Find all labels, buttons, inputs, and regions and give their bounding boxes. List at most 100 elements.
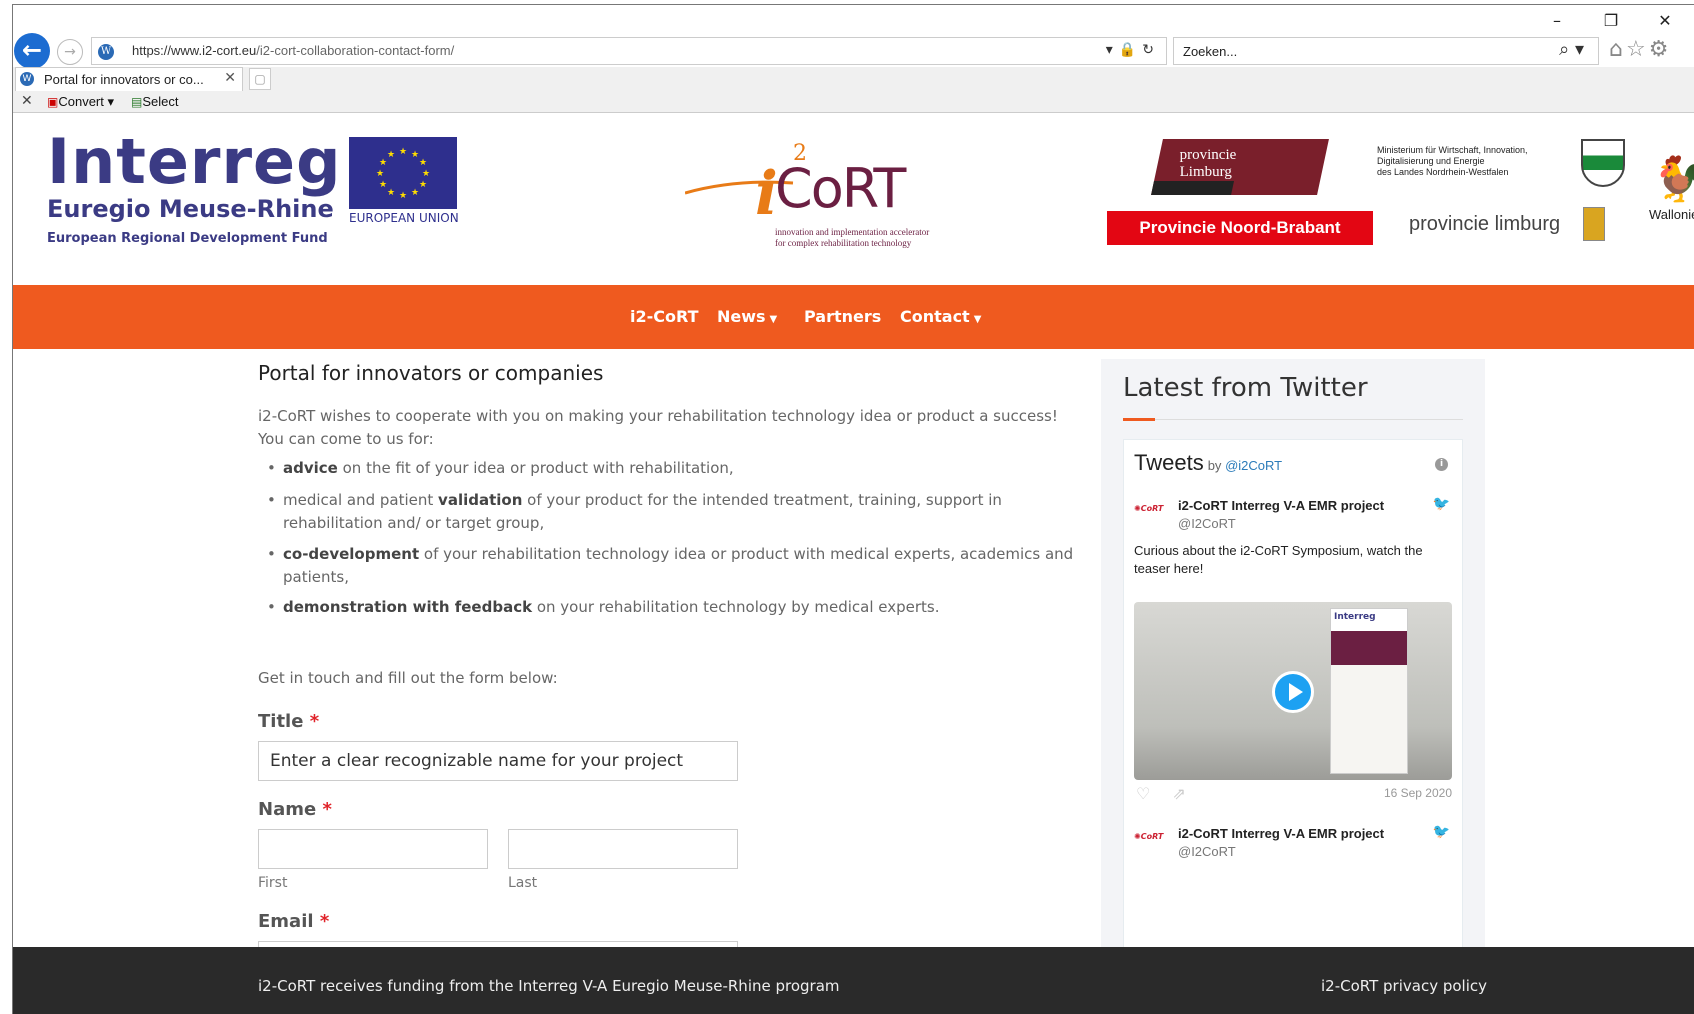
privacy-policy-link[interactable]: i2-CoRT privacy policy: [1321, 977, 1487, 995]
nrw-line-3: des Landes Nordrhein-Westfalen: [1377, 167, 1509, 177]
convert-label: Convert: [58, 94, 104, 109]
svg-text:★: ★: [411, 188, 419, 198]
svg-text:★: ★: [399, 147, 407, 157]
email-label-text: Email: [258, 911, 314, 932]
provincie-limburg-nl-logo: provincie Limburg: [1151, 139, 1329, 195]
browser-tab[interactable]: W Portal for innovators or co... ✕: [15, 67, 243, 91]
tweet-actions: ♡⇗: [1136, 784, 1208, 803]
last-name-input[interactable]: [508, 829, 738, 869]
nav-partners[interactable]: Partners: [804, 307, 881, 326]
pdf-convert-icon: ▣: [47, 95, 59, 109]
command-bar: ✕ ▣Convert ▾ ▤Select: [13, 91, 1694, 113]
convert-dropdown-icon[interactable]: ▾: [108, 94, 115, 109]
tweet-author[interactable]: i2-CoRT Interreg V-A EMR project: [1178, 498, 1384, 513]
select-button[interactable]: ▤Select: [131, 94, 178, 109]
main-nav: i2-CoRT News ▼ Partners Contact ▼: [13, 285, 1694, 349]
erdf-text: European Regional Development Fund: [47, 231, 328, 246]
address-row: ← → W https://www.i2-cort.eu/i2-cort-col…: [13, 33, 1694, 69]
list-item-text: on your rehabilitation technology by med…: [532, 598, 940, 616]
get-in-touch-text: Get in touch and fill out the form below…: [258, 669, 558, 687]
cort-name: CoRT: [775, 157, 906, 220]
nrw-line-2: Digitalisierung und Energie: [1377, 156, 1485, 166]
nav-news-label: News: [717, 307, 766, 326]
nrw-shield-icon: [1581, 139, 1625, 187]
tweet-handle[interactable]: @I2CoRT: [1178, 844, 1236, 859]
lock-icon[interactable]: 🔒: [1119, 42, 1142, 58]
select-label: Select: [142, 94, 179, 109]
nav-partners-label: Partners: [804, 307, 882, 326]
gear-icon[interactable]: ⚙: [1649, 37, 1672, 62]
info-icon[interactable]: i: [1435, 458, 1448, 471]
list-item-bold: demonstration with feedback: [283, 598, 533, 616]
tab-title: Portal for innovators or co...: [44, 72, 204, 87]
twitter-bird-icon[interactable]: 🐦: [1433, 824, 1450, 840]
twitter-bird-icon[interactable]: 🐦: [1433, 496, 1450, 512]
euregio-text: Euregio Meuse-Rhine: [47, 195, 334, 223]
like-icon[interactable]: ♡: [1136, 784, 1172, 803]
title-input[interactable]: Enter a clear recognizable name for your…: [258, 741, 738, 781]
title-label-text: Title: [258, 711, 304, 732]
command-bar-close-icon[interactable]: ✕: [21, 93, 33, 109]
limburg-band: [1151, 181, 1235, 195]
sidebar-heading: Latest from Twitter: [1123, 373, 1368, 403]
address-tools: ▾🔒↻: [1106, 42, 1160, 58]
home-icon[interactable]: ⌂: [1609, 37, 1626, 62]
url-path: /i2-cort-collaboration-contact-form/: [256, 43, 455, 58]
svg-text:★: ★: [411, 150, 419, 160]
tab-close-icon[interactable]: ✕: [224, 70, 236, 86]
address-url: https://www.i2-cort.eu/i2-cort-collabora…: [132, 43, 454, 58]
i2cort-logo[interactable]: i 2 CoRT innovation and implementation a…: [685, 141, 975, 253]
limburg-logo-text: provincie Limburg: [1179, 147, 1237, 180]
limburg-crest-icon: [1583, 207, 1605, 241]
convert-button[interactable]: ▣Convert ▾: [47, 94, 114, 110]
tweet-handle[interactable]: @I2CoRT: [1178, 516, 1236, 531]
back-button[interactable]: ←: [14, 33, 50, 69]
required-mark: *: [322, 799, 332, 820]
last-sublabel: Last: [508, 875, 538, 891]
play-icon[interactable]: [1272, 671, 1314, 713]
required-mark: *: [309, 711, 320, 732]
interreg-logo-text[interactable]: Interreg: [47, 131, 341, 193]
dropdown-icon[interactable]: ▾: [1106, 42, 1119, 58]
funding-text: i2-CoRT receives funding from the Interr…: [258, 977, 840, 995]
minimize-icon[interactable]: –: [1535, 9, 1579, 33]
new-tab-button[interactable]: ▢: [249, 68, 271, 90]
title-bar: – ❐ ✕: [13, 5, 1694, 35]
avatar[interactable]: ✺CoRT: [1134, 504, 1168, 524]
name-label-text: Name: [258, 799, 317, 820]
tweet-text: Curious about the i2-CoRT Symposium, wat…: [1134, 543, 1423, 576]
name-label: Name *: [258, 799, 332, 820]
forward-button[interactable]: →: [57, 39, 83, 65]
list-item-bold: co-development: [283, 545, 420, 563]
restore-icon[interactable]: ❐: [1589, 9, 1633, 33]
tweet-date[interactable]: 16 Sep 2020: [1384, 786, 1452, 800]
refresh-icon[interactable]: ↻: [1142, 42, 1160, 58]
tweet-video[interactable]: Interreg: [1134, 602, 1452, 780]
svg-text:★: ★: [379, 158, 387, 168]
address-bar[interactable]: W https://www.i2-cort.eu/i2-cort-collabo…: [91, 37, 1167, 65]
noord-brabant-logo: Provincie Noord-Brabant: [1107, 211, 1373, 245]
share-icon[interactable]: ⇗: [1172, 784, 1207, 803]
nrw-ministry-text: Ministerium für Wirtschaft, Innovation, D…: [1377, 145, 1528, 178]
nav-i2cort[interactable]: i2-CoRT: [630, 307, 699, 326]
search-icon[interactable]: ⌕ ▾: [1559, 39, 1584, 60]
provincie-limburg-be-text: provincie limburg: [1409, 213, 1561, 235]
url-host: https://www.i2-cort.eu: [132, 43, 257, 58]
svg-text:★: ★: [419, 180, 427, 190]
avatar[interactable]: ✺CoRT: [1134, 832, 1168, 852]
list-item-text: on the fit of your idea or product with …: [337, 459, 734, 477]
first-name-input[interactable]: [258, 829, 488, 869]
by-label: by: [1207, 458, 1222, 473]
nav-contact[interactable]: Contact ▼: [900, 307, 981, 326]
svg-text:★: ★: [376, 169, 384, 179]
close-icon[interactable]: ✕: [1643, 9, 1687, 33]
nav-news[interactable]: News ▼: [717, 307, 777, 326]
search-box[interactable]: Zoeken... ⌕ ▾: [1173, 37, 1599, 65]
svg-text:★: ★: [419, 158, 427, 168]
title-label: Title *: [258, 711, 319, 732]
tweet-author[interactable]: i2-CoRT Interreg V-A EMR project: [1178, 826, 1384, 841]
divider: [1123, 419, 1463, 420]
handle-link[interactable]: @i2CoRT: [1225, 458, 1282, 473]
eu-label: EUROPEAN UNION: [349, 211, 459, 225]
favorites-star-icon[interactable]: ☆: [1626, 37, 1649, 62]
